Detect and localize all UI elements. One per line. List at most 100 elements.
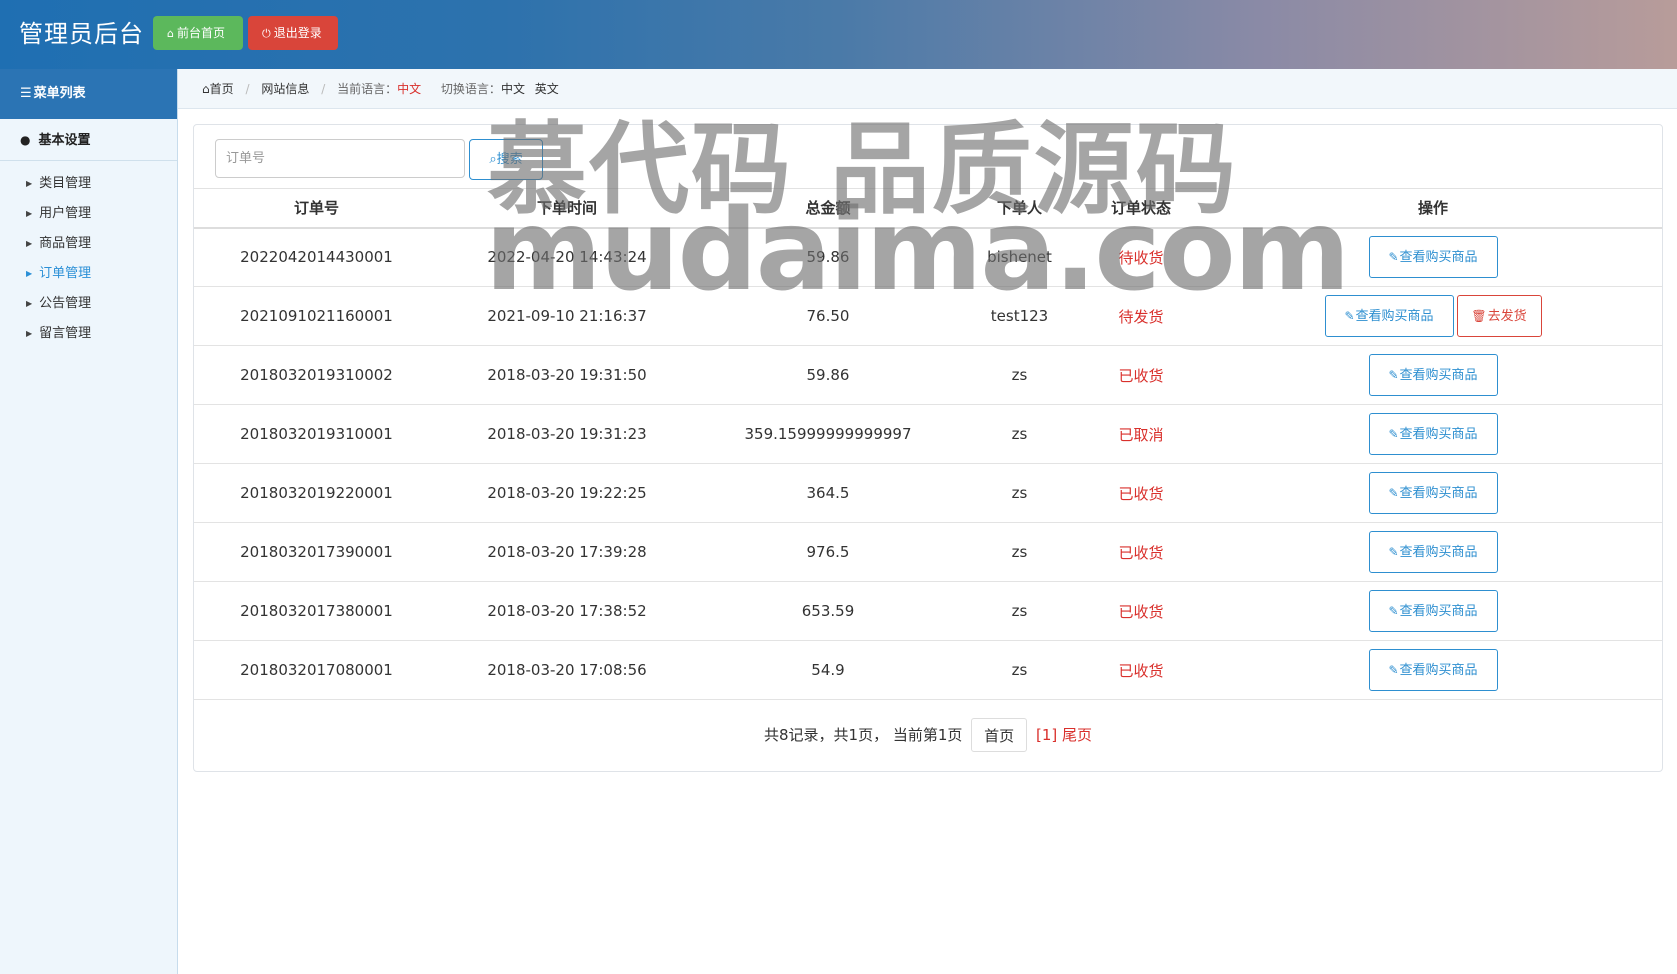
customer-cell: zs	[961, 522, 1078, 582]
view-products-label: 查看购买商品	[1399, 604, 1478, 619]
pagination-current-page[interactable]: [1]	[1036, 726, 1057, 744]
order-time-cell: 2021-09-10 21:16:37	[439, 286, 695, 346]
customer-cell: bishenet	[961, 227, 1078, 287]
customer-cell: test123	[961, 286, 1078, 346]
order-no-cell: 2018032019310001	[194, 404, 439, 464]
total-amount-cell: 76.50	[695, 286, 961, 346]
order-time-cell: 2018-03-20 19:31:23	[439, 404, 695, 464]
sidebar-item[interactable]: ▶ 留言管理	[0, 319, 177, 349]
actions-cell: ✎查看购买商品	[1204, 522, 1662, 582]
sidebar-group-label: 基本设置	[38, 133, 91, 148]
view-products-button[interactable]: ✎查看购买商品	[1368, 413, 1498, 455]
view-products-label: 查看购买商品	[1399, 427, 1478, 442]
column-header-customer: 下单人	[961, 188, 1078, 229]
sidebar-title-label: 菜单列表	[33, 86, 86, 101]
actions-cell: ✎查看购买商品	[1204, 227, 1662, 287]
edit-icon: ✎	[1388, 663, 1399, 677]
home-icon: ⌂	[167, 27, 174, 40]
view-products-label: 查看购买商品	[1399, 368, 1478, 383]
order-no-cell: 2022042014430001	[194, 227, 439, 287]
view-products-button[interactable]: ✎查看购买商品	[1368, 472, 1498, 514]
caret-right-icon: ▶	[26, 209, 33, 218]
sidebar-item-label: 留言管理	[39, 326, 92, 341]
trash-icon: 🗑	[1471, 309, 1487, 323]
home-icon: ⌂	[202, 82, 210, 96]
order-no-cell: 2018032017080001	[194, 640, 439, 700]
logout-label: 退出登录	[273, 26, 322, 40]
order-no-cell: 2018032019310002	[194, 345, 439, 405]
caret-right-icon: ▶	[26, 329, 33, 338]
view-products-label: 查看购买商品	[1399, 486, 1478, 501]
edit-icon: ✎	[1344, 309, 1355, 323]
column-header-actions: 操作	[1204, 188, 1662, 229]
ship-order-button[interactable]: 🗑去发货	[1456, 295, 1542, 337]
table-row: 2018032019220001 2018-03-20 19:22:25 364.5…	[194, 463, 1662, 523]
column-header-total-amount: 总金额	[695, 188, 961, 229]
sidebar-item[interactable]: ▶ 商品管理	[0, 229, 177, 259]
sidebar-item-label: 商品管理	[39, 236, 92, 251]
table-row: 2021091021160001 2021-09-10 21:16:37 76.50…	[194, 286, 1662, 346]
view-products-button[interactable]: ✎查看购买商品	[1368, 590, 1498, 632]
total-amount-cell: 59.86	[695, 345, 961, 405]
current-language-label: 当前语言：	[337, 82, 398, 96]
pagination-first-button[interactable]: 首页	[971, 718, 1028, 752]
edit-icon: ✎	[1388, 486, 1399, 500]
customer-cell: zs	[961, 404, 1078, 464]
order-status-cell: 已收货	[1078, 522, 1204, 582]
view-products-label: 查看购买商品	[1399, 250, 1478, 266]
current-language-value: 中文	[397, 82, 422, 96]
sidebar-menu: ▶ 类目管理 ▶ 用户管理 ▶ 商品管理 ▶ 订单管理 ▶ 公告管理 ▶ 留言管理	[0, 161, 177, 349]
order-time-cell: 2018-03-20 19:31:50	[439, 345, 695, 405]
view-products-button[interactable]: ✎查看购买商品	[1368, 354, 1498, 396]
ship-order-label: 去发货	[1487, 309, 1527, 324]
view-products-button[interactable]: ✎查看购买商品	[1368, 531, 1498, 573]
total-amount-cell: 364.5	[695, 463, 961, 523]
total-amount-cell: 653.59	[695, 581, 961, 641]
customer-cell: zs	[961, 463, 1078, 523]
breadcrumb-site-info[interactable]: 网站信息	[261, 82, 309, 96]
top-header: 管理员后台 ⌂ 前台首页 ⏻ 退出登录	[0, 0, 1677, 69]
view-products-label: 查看购买商品	[1355, 309, 1434, 324]
caret-right-icon: ▶	[26, 299, 33, 308]
breadcrumb-home[interactable]: ⌂首页	[202, 82, 234, 96]
table-row: 2022042014430001 2022-04-20 14:43:24 59.86…	[194, 227, 1662, 287]
pagination: 共8记录，共1页， 当前第1页 首页 [1] 尾页	[194, 718, 1662, 752]
actions-cell: ✎查看购买商品	[1204, 404, 1662, 464]
sidebar-group-basic-settings[interactable]: ● 基本设置	[0, 119, 177, 161]
sidebar-item-label: 订单管理	[39, 266, 92, 281]
logout-button[interactable]: ⏻ 退出登录	[248, 16, 338, 50]
language-chinese-link[interactable]: 中文	[501, 82, 525, 96]
sidebar-item[interactable]: ▶ 订单管理	[0, 259, 177, 289]
sidebar-item[interactable]: ▶ 用户管理	[0, 199, 177, 229]
order-status-cell: 已收货	[1078, 345, 1204, 405]
sidebar-item[interactable]: ▶ 公告管理	[0, 289, 177, 319]
order-status-cell: 已收货	[1078, 640, 1204, 700]
order-no-cell: 2018032017390001	[194, 522, 439, 582]
breadcrumb-separator: /	[245, 82, 250, 96]
view-products-button[interactable]: ✎查看购买商品	[1368, 649, 1498, 691]
actions-cell: ✎查看购买商品	[1204, 640, 1662, 700]
sidebar: ☰ 菜单列表 ● 基本设置 ▶ 类目管理 ▶ 用户管理 ▶ 商品管理 ▶ 订单管理 ▶ 公告管理 ▶ 留言…	[0, 69, 178, 974]
search-button[interactable]: ⌕搜索	[469, 139, 543, 180]
language-english-link[interactable]: 英文	[535, 82, 559, 96]
sidebar-item-label: 类目管理	[39, 176, 92, 191]
sidebar-item[interactable]: ▶ 类目管理	[0, 169, 177, 199]
actions-cell: ✎查看购买商品	[1204, 345, 1662, 405]
sidebar-title: ☰ 菜单列表	[0, 69, 177, 119]
list-icon: ☰	[20, 86, 32, 101]
caret-right-icon: ▶	[26, 269, 33, 278]
pagination-last-link[interactable]: 尾页	[1062, 726, 1092, 744]
order-status-cell: 已取消	[1078, 404, 1204, 464]
pagination-summary: 共8记录，共1页， 当前第1页	[763, 726, 963, 744]
order-no-cell: 2021091021160001	[194, 286, 439, 346]
frontend-home-button[interactable]: ⌂ 前台首页	[153, 16, 243, 50]
total-amount-cell: 359.15999999999997	[695, 404, 961, 464]
customer-cell: zs	[961, 581, 1078, 641]
table-row: 2018032017390001 2018-03-20 17:39:28 976.5…	[194, 522, 1662, 582]
view-products-button[interactable]: ✎查看购买商品	[1324, 295, 1454, 337]
edit-icon: ✎	[1388, 368, 1399, 382]
view-products-button[interactable]: ✎查看购买商品	[1368, 236, 1498, 279]
caret-right-icon: ▶	[26, 179, 33, 188]
column-header-order-status: 订单状态	[1078, 188, 1204, 229]
order-number-search-input[interactable]	[215, 139, 465, 178]
